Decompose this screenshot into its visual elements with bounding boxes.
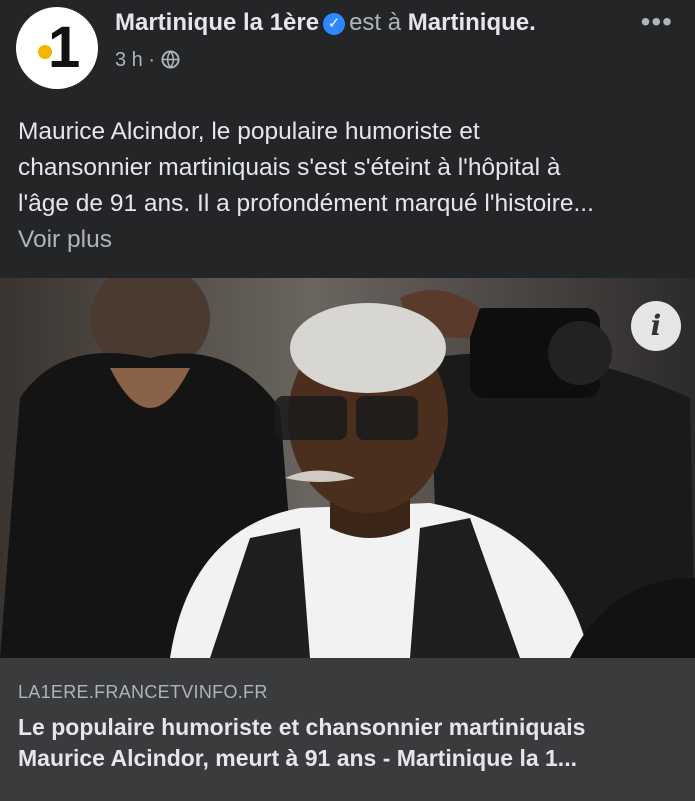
- timestamp[interactable]: 3 h: [115, 49, 143, 71]
- more-options-icon[interactable]: •••: [641, 6, 673, 38]
- link-preview-card[interactable]: LA1ERE.FRANCETVINFO.FR Le populaire humo…: [0, 658, 695, 801]
- post-text-line: chansonnier martiniquais s'est s'éteint …: [18, 154, 561, 181]
- meta-separator: ·: [148, 49, 156, 71]
- link-title-line: Le populaire humoriste et chansonnier ma…: [18, 714, 586, 740]
- post-text: Maurice Alcindor, le populaire humoriste…: [18, 114, 683, 258]
- logo-number: 1: [48, 15, 81, 80]
- globe-icon: [161, 50, 180, 69]
- info-icon[interactable]: i: [631, 301, 681, 351]
- link-title[interactable]: Le populaire humoriste et chansonnier ma…: [18, 712, 683, 774]
- page-name-link[interactable]: Martinique la 1ère: [115, 9, 319, 36]
- post-text-line: l'âge de 91 ans. Il a profondément marqu…: [18, 190, 594, 217]
- link-domain: LA1ERE.FRANCETVINFO.FR: [18, 682, 268, 702]
- action-text: est à: [349, 9, 402, 36]
- page-avatar[interactable]: 1: [16, 7, 98, 89]
- link-title-line: Maurice Alcindor, meurt à 91 ans - Marti…: [18, 745, 577, 771]
- post-meta: 3 h ·: [115, 47, 180, 73]
- verified-check-icon: ✓: [323, 13, 346, 35]
- post-photo[interactable]: i: [0, 278, 695, 658]
- location-link[interactable]: Martinique.: [408, 9, 536, 36]
- header-line: Martinique la 1ère ✓ est à Martinique.: [115, 8, 536, 38]
- photo-illustration: [0, 278, 695, 658]
- post-header: 1 Martinique la 1ère ✓ est à Martinique. 3…: [0, 0, 695, 100]
- see-more-link[interactable]: Voir plus: [18, 222, 683, 258]
- post-text-line: Maurice Alcindor, le populaire humoriste…: [18, 118, 480, 145]
